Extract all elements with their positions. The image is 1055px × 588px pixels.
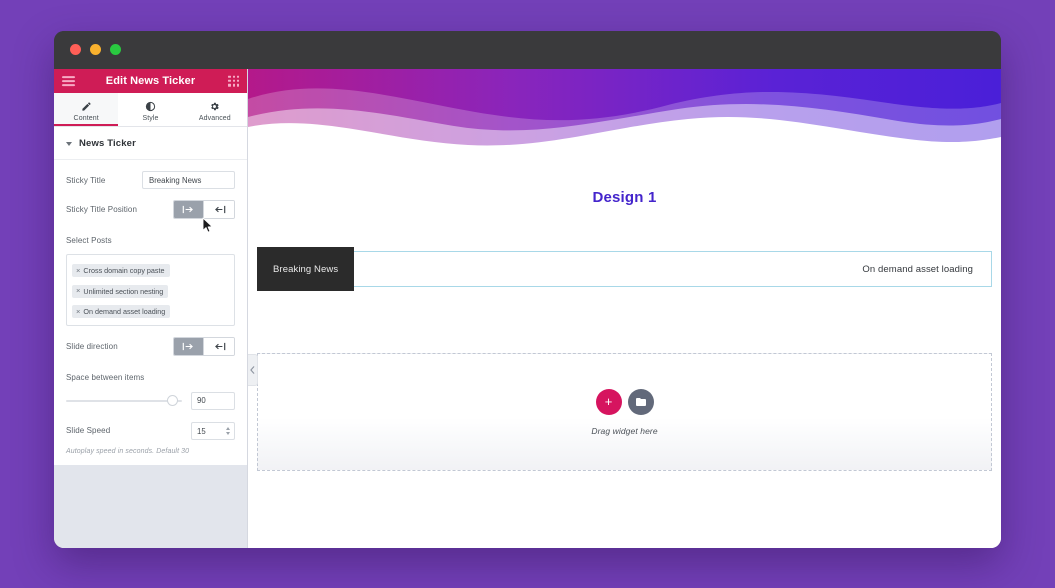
ticker-item-text: On demand asset loading bbox=[862, 263, 973, 275]
remove-tag-icon[interactable]: × bbox=[76, 307, 80, 316]
panel-controls: News Ticker Sticky Title Sticky Title Po… bbox=[54, 127, 247, 466]
slide-left-button[interactable] bbox=[174, 337, 204, 355]
gear-icon bbox=[209, 101, 220, 113]
tab-content-label: Content bbox=[73, 114, 99, 122]
panel-tabs: Content Style Advanced bbox=[54, 93, 247, 127]
sticky-title-input[interactable] bbox=[142, 171, 235, 189]
sticky-title-label: Sticky Title bbox=[66, 175, 106, 185]
tab-style[interactable]: Style bbox=[118, 93, 182, 126]
app-root: Edit News Ticker Content Style Advanced … bbox=[0, 0, 1055, 588]
panel-collapse-handle[interactable] bbox=[248, 354, 258, 386]
control-select-posts: Select Posts × Cross domain copy paste ×… bbox=[54, 230, 247, 326]
control-space-between-items: Space between items bbox=[54, 367, 247, 410]
tag-label: On demand asset loading bbox=[83, 306, 166, 316]
dropzone-label: Drag widget here bbox=[591, 425, 658, 436]
template-library-button[interactable] bbox=[627, 388, 654, 415]
window-traffic-lights bbox=[70, 44, 121, 55]
window-content: Edit News Ticker Content Style Advanced … bbox=[54, 69, 1001, 548]
chevron-left-icon bbox=[250, 366, 255, 374]
control-sticky-title-position: Sticky Title Position bbox=[54, 200, 247, 219]
slide-direction-label: Slide direction bbox=[66, 341, 118, 351]
tag-label: Unlimited section nesting bbox=[83, 286, 164, 296]
control-slide-direction: Slide direction bbox=[54, 336, 247, 356]
tab-advanced[interactable]: Advanced bbox=[183, 93, 247, 126]
slide-direction-toggle bbox=[173, 336, 235, 356]
maximize-window-button[interactable] bbox=[110, 44, 121, 55]
control-slide-speed: Slide Speed bbox=[54, 421, 247, 441]
remove-tag-icon[interactable]: × bbox=[76, 267, 80, 275]
window-titlebar bbox=[54, 31, 1001, 69]
sticky-title-position-toggle bbox=[173, 200, 235, 219]
editor-panel: Edit News Ticker Content Style Advanced … bbox=[54, 69, 248, 548]
panel-title: Edit News Ticker bbox=[105, 75, 196, 87]
slide-speed-help-text: Autoplay speed in seconds. Default 30 bbox=[66, 448, 190, 456]
control-sticky-title: Sticky Title bbox=[54, 171, 247, 189]
design-title: Design 1 bbox=[592, 189, 657, 206]
tab-style-label: Style bbox=[142, 114, 159, 122]
slide-speed-stepper bbox=[191, 421, 235, 441]
ticker-bar: On demand asset loading bbox=[257, 251, 992, 287]
dropzone-buttons: + bbox=[595, 388, 654, 415]
widget-dropzone[interactable]: + Drag widget here bbox=[257, 353, 992, 471]
slide-speed-label: Slide Speed bbox=[66, 426, 111, 435]
close-window-button[interactable] bbox=[70, 44, 81, 55]
news-ticker-widget[interactable]: On demand asset loading Breaking News bbox=[257, 247, 992, 291]
align-left-button[interactable] bbox=[174, 201, 204, 218]
stepper-arrows-icon[interactable] bbox=[226, 426, 230, 435]
contrast-icon bbox=[145, 101, 156, 113]
slider-track bbox=[66, 399, 182, 402]
tag-label: Cross domain copy paste bbox=[83, 266, 165, 276]
section-title: News Ticker bbox=[79, 138, 136, 149]
plus-icon: + bbox=[604, 394, 613, 409]
tag-item[interactable]: × Unlimited section nesting bbox=[72, 284, 169, 298]
space-between-items-input[interactable] bbox=[191, 391, 235, 410]
select-posts-box[interactable]: × Cross domain copy paste × Unlimited se… bbox=[66, 254, 235, 326]
tag-item[interactable]: × Cross domain copy paste bbox=[72, 264, 170, 278]
panel-header: Edit News Ticker bbox=[54, 69, 247, 93]
hero-wave-banner bbox=[248, 69, 1001, 157]
grid-icon[interactable] bbox=[228, 75, 239, 87]
minimize-window-button[interactable] bbox=[90, 44, 101, 55]
slider-thumb[interactable] bbox=[166, 395, 178, 407]
hamburger-icon[interactable] bbox=[62, 74, 75, 88]
caret-down-icon bbox=[66, 141, 72, 146]
sticky-title-position-label: Sticky Title Position bbox=[66, 205, 138, 214]
remove-tag-icon[interactable]: × bbox=[76, 287, 80, 295]
tab-content[interactable]: Content bbox=[54, 93, 119, 126]
align-right-button[interactable] bbox=[204, 201, 234, 218]
browser-window: Edit News Ticker Content Style Advanced … bbox=[54, 31, 1001, 548]
space-between-items-label: Space between items bbox=[66, 372, 145, 382]
pencil-icon bbox=[81, 101, 92, 113]
space-between-items-slider[interactable] bbox=[66, 394, 182, 408]
section-news-ticker[interactable]: News Ticker bbox=[54, 127, 247, 160]
slide-right-button[interactable] bbox=[204, 337, 234, 355]
preview-canvas: Design 1 On demand asset loading Breakin… bbox=[248, 69, 1001, 548]
add-widget-button[interactable]: + bbox=[595, 388, 622, 415]
ticker-sticky-label: Breaking News bbox=[257, 247, 355, 291]
wave-graphic bbox=[248, 69, 1001, 157]
select-posts-label: Select Posts bbox=[66, 236, 112, 245]
tag-item[interactable]: × On demand asset loading bbox=[72, 304, 171, 318]
tab-advanced-label: Advanced bbox=[198, 114, 231, 122]
folder-icon bbox=[635, 397, 646, 406]
